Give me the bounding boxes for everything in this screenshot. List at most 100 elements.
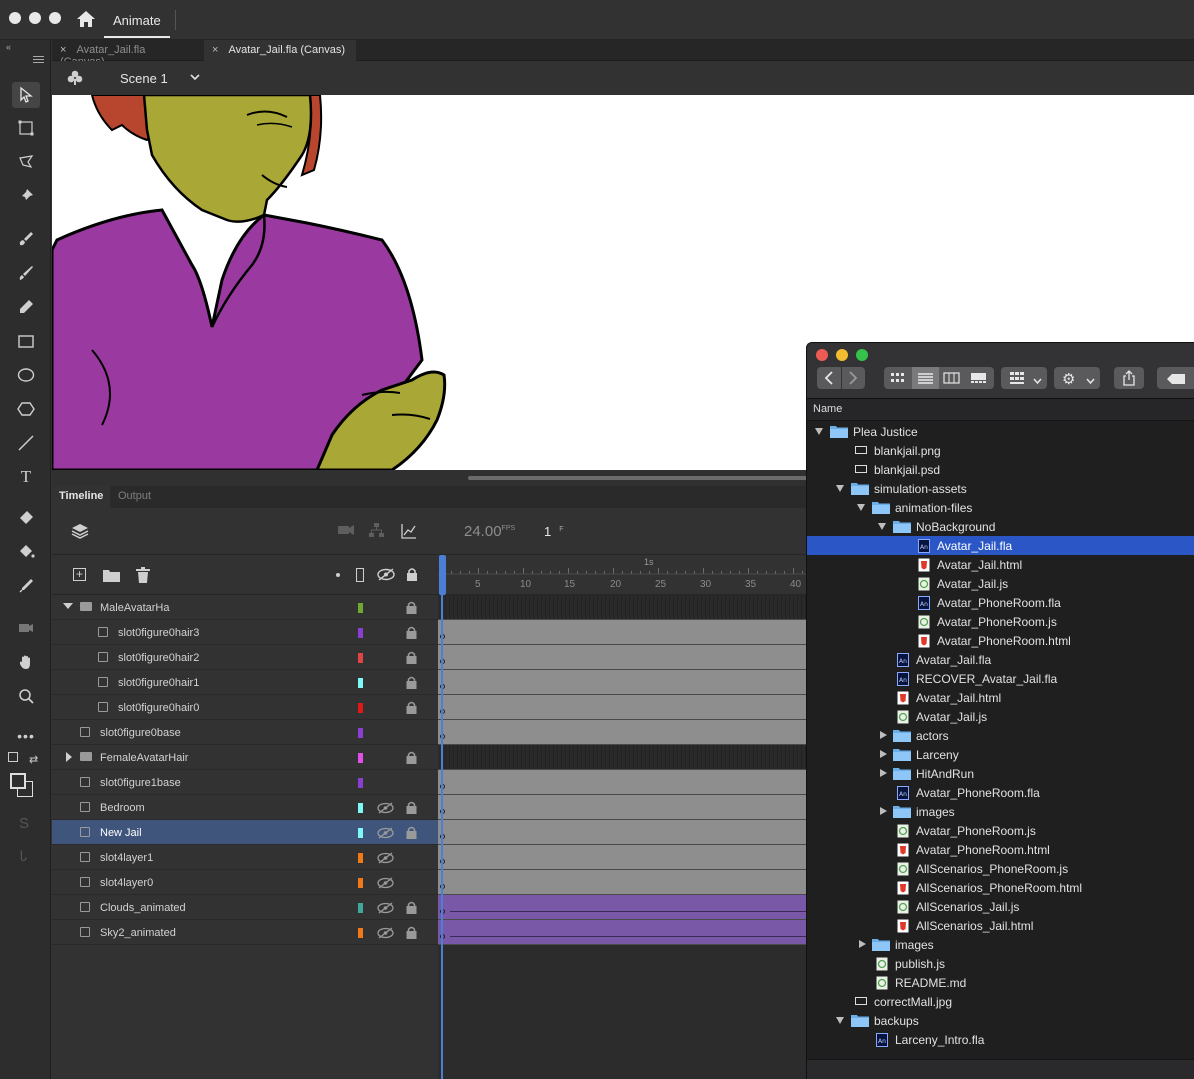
hidden-eye-icon[interactable] xyxy=(377,852,394,867)
paint-bucket-tool-icon[interactable] xyxy=(12,539,40,565)
frame-row[interactable] xyxy=(438,920,806,945)
finder-file-row[interactable]: Avatar_Jail.js xyxy=(807,707,1194,726)
selection-tool-icon[interactable] xyxy=(12,82,40,108)
finder-folder-row[interactable]: images xyxy=(807,802,1194,821)
layer-name[interactable]: slot4layer1 xyxy=(100,852,153,864)
default-colors-icon[interactable] xyxy=(8,752,18,762)
disclosure-triangle-icon[interactable] xyxy=(63,603,73,609)
camera-tool-icon[interactable] xyxy=(12,615,40,641)
lock-icon[interactable] xyxy=(406,826,417,839)
layer-color-swatch[interactable] xyxy=(358,728,363,738)
disclosure-triangle-icon[interactable] xyxy=(878,523,886,530)
layer-name[interactable]: MaleAvatarHa xyxy=(100,602,170,614)
minimize-window-button[interactable] xyxy=(836,349,848,361)
frame-row[interactable] xyxy=(438,795,806,820)
scrollbar-thumb[interactable] xyxy=(468,476,808,480)
finder-file-row[interactable]: correctMall.jpg xyxy=(807,992,1194,1011)
hidden-eye-icon[interactable] xyxy=(377,877,394,892)
free-transform-tool-icon[interactable] xyxy=(12,115,40,141)
layer-color-swatch[interactable] xyxy=(358,803,363,813)
finder-folder-row[interactable]: animation-files xyxy=(807,498,1194,517)
frame-row[interactable] xyxy=(438,770,806,795)
action-button[interactable]: ⚙ xyxy=(1054,367,1100,389)
layer-name[interactable]: New Jail xyxy=(100,827,142,839)
frame-row[interactable] xyxy=(438,595,806,620)
hidden-eye-icon[interactable] xyxy=(377,802,394,817)
layer-color-swatch[interactable] xyxy=(358,603,363,613)
tab-timeline[interactable]: Timeline xyxy=(52,486,111,508)
frame-row[interactable] xyxy=(438,820,806,845)
layer-row[interactable]: Clouds_animated xyxy=(52,895,438,920)
column-view-icon[interactable] xyxy=(942,371,961,388)
layer-row[interactable]: slot0figure1base xyxy=(52,770,438,795)
layer-color-swatch[interactable] xyxy=(358,678,363,688)
lock-icon[interactable] xyxy=(406,926,417,939)
lock-icon[interactable] xyxy=(406,901,417,914)
highlight-layers-icon[interactable] xyxy=(336,573,340,577)
home-icon[interactable] xyxy=(76,10,98,30)
layer-name[interactable]: Bedroom xyxy=(100,802,145,814)
finder-folder-row[interactable]: Plea Justice xyxy=(807,422,1194,441)
eraser-tool-icon[interactable] xyxy=(12,505,40,531)
layer-color-swatch[interactable] xyxy=(358,903,363,913)
layer-name[interactable]: slot0figure0hair2 xyxy=(118,652,199,664)
frame-row[interactable] xyxy=(438,745,806,770)
frame-row[interactable] xyxy=(438,845,806,870)
hidden-eye-icon[interactable] xyxy=(377,927,394,942)
layer-name[interactable]: slot0figure0hair0 xyxy=(118,702,199,714)
disclosure-triangle-icon[interactable] xyxy=(880,750,887,758)
trash-icon[interactable] xyxy=(136,567,150,586)
layer-name[interactable]: Clouds_animated xyxy=(100,902,186,914)
oval-tool-icon[interactable] xyxy=(12,362,40,388)
finder-file-row[interactable]: Avatar_Jail.html xyxy=(807,555,1194,574)
eyedropper-tool-icon[interactable] xyxy=(12,573,40,599)
lasso-tool-icon[interactable] xyxy=(12,149,40,175)
minimize-window-button[interactable] xyxy=(29,12,41,24)
brush-tool-icon[interactable] xyxy=(12,260,40,286)
hide-all-icon[interactable] xyxy=(377,568,395,584)
gallery-view-icon[interactable] xyxy=(969,371,988,388)
layer-row[interactable]: Bedroom xyxy=(52,795,438,820)
layer-name[interactable]: slot0figure1base xyxy=(100,777,181,789)
disclosure-triangle-icon[interactable] xyxy=(836,485,844,492)
list-view-icon[interactable] xyxy=(912,367,939,389)
close-window-button[interactable] xyxy=(816,349,828,361)
finder-file-row[interactable]: Avatar_Jail.js xyxy=(807,574,1194,593)
layer-name[interactable]: slot0figure0base xyxy=(100,727,181,739)
layer-row[interactable]: slot4layer0 xyxy=(52,870,438,895)
camera-icon[interactable] xyxy=(338,524,355,539)
lock-icon[interactable] xyxy=(406,626,417,639)
lock-icon[interactable] xyxy=(406,601,417,614)
disclosure-triangle-icon[interactable] xyxy=(880,769,887,777)
finder-file-row[interactable]: An Avatar_Jail.fla xyxy=(807,650,1194,669)
tags-button[interactable] xyxy=(1157,367,1194,389)
text-tool-icon[interactable]: T xyxy=(12,464,40,490)
layer-name[interactable]: FemaleAvatarHair xyxy=(100,752,188,764)
graph-icon[interactable] xyxy=(401,523,417,542)
finder-file-row[interactable]: An Avatar_Jail.fla xyxy=(807,536,1194,555)
frame-row[interactable] xyxy=(438,695,806,720)
layer-row[interactable]: slot0figure0base xyxy=(52,720,438,745)
finder-file-row[interactable]: AllScenarios_PhoneRoom.js xyxy=(807,859,1194,878)
finder-file-row[interactable]: blankjail.psd xyxy=(807,460,1194,479)
disclosure-triangle-icon[interactable] xyxy=(880,731,887,739)
scene-selector[interactable]: Scene 1 xyxy=(120,71,168,86)
close-window-button[interactable] xyxy=(9,12,21,24)
new-folder-icon[interactable] xyxy=(103,569,120,585)
stage-horizontal-scrollbar[interactable] xyxy=(52,470,808,486)
finder-file-row[interactable]: Avatar_PhoneRoom.html xyxy=(807,840,1194,859)
finder-file-row[interactable]: README.md xyxy=(807,973,1194,992)
finder-file-row[interactable]: AllScenarios_Jail.html xyxy=(807,916,1194,935)
layer-color-swatch[interactable] xyxy=(358,753,363,763)
layer-color-swatch[interactable] xyxy=(358,703,363,713)
layer-row[interactable]: MaleAvatarHa xyxy=(52,595,438,620)
lock-icon[interactable] xyxy=(406,701,417,714)
layer-row[interactable]: Sky2_animated xyxy=(52,920,438,945)
lock-icon[interactable] xyxy=(406,676,417,689)
icon-view-icon[interactable] xyxy=(888,371,907,385)
paint-brush-tool-icon[interactable] xyxy=(12,226,40,252)
stroke-color-swatch[interactable] xyxy=(10,773,26,789)
layer-name[interactable]: slot0figure0hair1 xyxy=(118,677,199,689)
frame-row[interactable] xyxy=(438,870,806,895)
disclosure-triangle-icon[interactable] xyxy=(857,504,865,511)
